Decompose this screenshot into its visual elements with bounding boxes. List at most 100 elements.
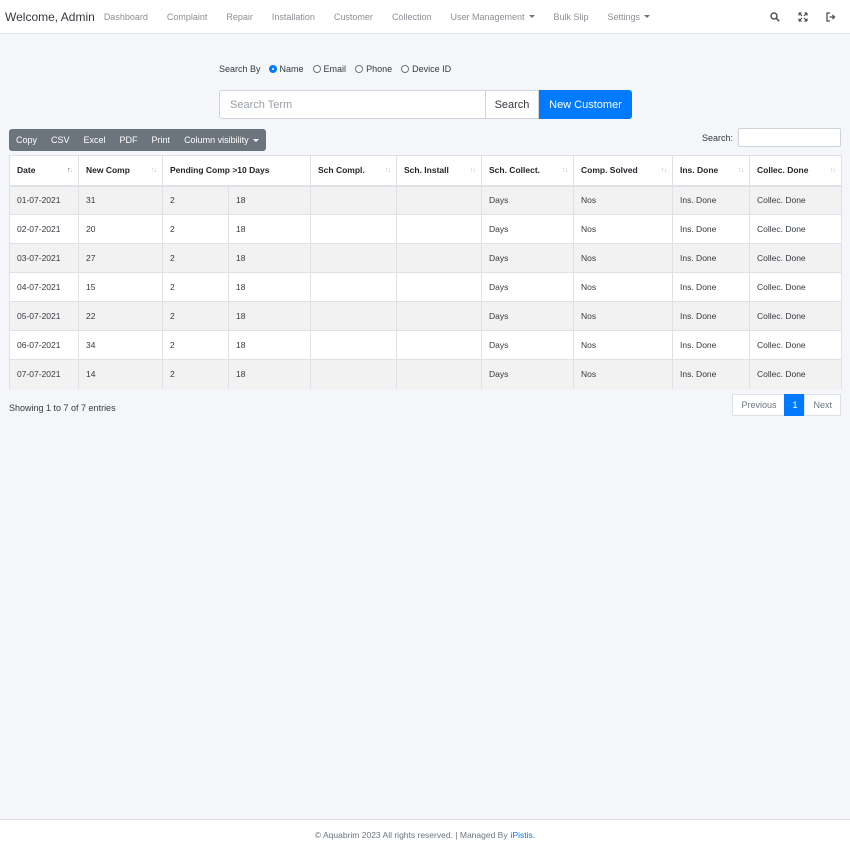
th-sch-compl[interactable]: Sch Compl. ↑↓ [310,155,397,187]
welcome-brand: Welcome, Admin [5,9,95,24]
radio-unchecked-icon[interactable] [355,65,364,73]
th-new-comp[interactable]: New Comp ↑↓ [78,155,163,187]
table-search-input[interactable] [738,128,841,147]
radio-device-id-label: Device ID [412,64,452,74]
new-customer-button[interactable]: New Customer [539,90,632,119]
search-by-label: Search By [219,64,261,74]
th-collec-done[interactable]: Collec. Done ↑↓ [749,155,842,187]
table-row: 04-07-2021 15 2 18 Days Nos Ins. Done Co… [9,272,842,302]
table-search: Search: [702,128,841,147]
radio-email-label: Email [323,64,347,74]
cell-date: 07-07-2021 [9,359,79,389]
nav-settings-label: Settings [607,11,641,22]
th-sch-install-label: Sch. Install [404,165,449,176]
top-navbar: Welcome, Admin Dashboard Complaint Repai… [0,0,850,34]
copy-button[interactable]: Copy [9,129,44,151]
column-visibility-button[interactable]: Column visibility [177,129,266,151]
cell-sch-compl [310,330,397,360]
cell-pending-count: 2 [162,272,229,302]
nav-user-management[interactable]: User Management [450,12,535,22]
cell-pending-days: 18 [228,214,311,244]
nav-complaint[interactable]: Complaint [167,12,208,22]
radio-phone[interactable]: Phone [355,64,392,74]
th-date[interactable]: Date ↑↓ [9,155,79,187]
nav-repair[interactable]: Repair [226,12,253,22]
cell-pending-count: 2 [162,301,229,331]
cell-sch-compl [310,243,397,273]
th-comp-solved[interactable]: Comp. Solved ↑↓ [573,155,673,187]
radio-email[interactable]: Email [312,64,347,74]
print-button[interactable]: Print [145,129,178,151]
sort-icon: ↑↓ [738,167,744,174]
search-button[interactable]: Search [486,90,539,119]
cell-comp-solved: Nos [573,185,673,215]
cell-new-comp: 22 [78,301,163,331]
radio-phone-label: Phone [366,64,393,74]
cell-pending-count: 2 [162,330,229,360]
cell-date: 02-07-2021 [9,214,79,244]
report-table: Date ↑↓ New Comp ↑↓ Pending Comp >10 Days … [9,155,842,389]
nav-collection[interactable]: Collection [392,12,432,22]
table-info: Showing 1 to 7 of 7 entries [9,403,116,413]
th-sch-install[interactable]: Sch. Install ↑↓ [396,155,482,187]
table-row: 07-07-2021 14 2 18 Days Nos Ins. Done Co… [9,359,842,389]
th-sch-collect[interactable]: Sch. Collect. ↑↓ [481,155,574,187]
cell-sch-install [396,243,482,273]
cell-comp-solved: Nos [573,330,673,360]
previous-button[interactable]: Previous [732,394,786,416]
nav-installation[interactable]: Installation [272,12,315,22]
cell-ins-done: Ins. Done [672,359,750,389]
th-pending-comp[interactable]: Pending Comp >10 Days [162,155,311,187]
pdf-button[interactable]: PDF [113,129,145,151]
radio-device-id[interactable]: Device ID [401,64,451,74]
cell-comp-solved: Nos [573,243,673,273]
csv-button[interactable]: CSV [44,129,77,151]
nav-customer[interactable]: Customer [334,12,373,22]
cell-ins-done: Ins. Done [672,330,750,360]
cell-collec-done: Collec. Done [749,185,842,215]
cell-collec-done: Collec. Done [749,272,842,302]
caret-down-icon [252,138,259,142]
logout-icon[interactable] [826,12,836,22]
footer-ipistis-link[interactable]: iPistis. [511,830,536,840]
cell-sch-install [396,359,482,389]
cell-collec-done: Collec. Done [749,243,842,273]
caret-down-icon [528,15,535,18]
cell-sch-compl [310,359,397,389]
page-1-button[interactable]: 1 [784,394,806,416]
nav-dashboard[interactable]: Dashboard [104,12,148,22]
cell-sch-install [396,330,482,360]
table-row: 02-07-2021 20 2 18 Days Nos Ins. Done Co… [9,214,842,244]
th-ins-done[interactable]: Ins. Done ↑↓ [672,155,750,187]
cell-sch-collect: Days [481,359,574,389]
footer: © Aquabrim 2023 All rights reserved. | M… [0,819,850,850]
cell-sch-collect: Days [481,272,574,302]
radio-checked-icon[interactable] [268,65,277,73]
excel-button[interactable]: Excel [77,129,113,151]
cell-comp-solved: Nos [573,359,673,389]
cell-sch-collect: Days [481,243,574,273]
cell-pending-days: 18 [228,330,311,360]
search-icon[interactable] [770,12,780,22]
search-by-group: Search By Name Email Phone Device ID [219,64,460,74]
radio-name[interactable]: Name [268,64,304,74]
nav-settings[interactable]: Settings [608,12,651,22]
footer-text: © Aquabrim 2023 All rights reserved. | M… [314,830,508,840]
sort-icon: ↑↓ [151,167,157,174]
radio-unchecked-icon[interactable] [312,65,321,73]
cell-new-comp: 15 [78,272,163,302]
search-term-input[interactable] [219,90,486,119]
cell-sch-install [396,185,482,215]
export-buttons: Copy CSV Excel PDF Print Column visibili… [9,129,266,151]
cell-collec-done: Collec. Done [749,214,842,244]
th-pending-comp-label: Pending Comp >10 Days [170,165,270,176]
fullscreen-icon[interactable] [798,12,808,22]
nav-bulk-slip[interactable]: Bulk Slip [554,12,589,22]
cell-pending-count: 2 [162,185,229,215]
cell-ins-done: Ins. Done [672,243,750,273]
caret-down-icon [644,15,651,18]
radio-unchecked-icon[interactable] [401,65,410,73]
cell-collec-done: Collec. Done [749,330,842,360]
next-button[interactable]: Next [804,394,841,416]
cell-sch-install [396,301,482,331]
